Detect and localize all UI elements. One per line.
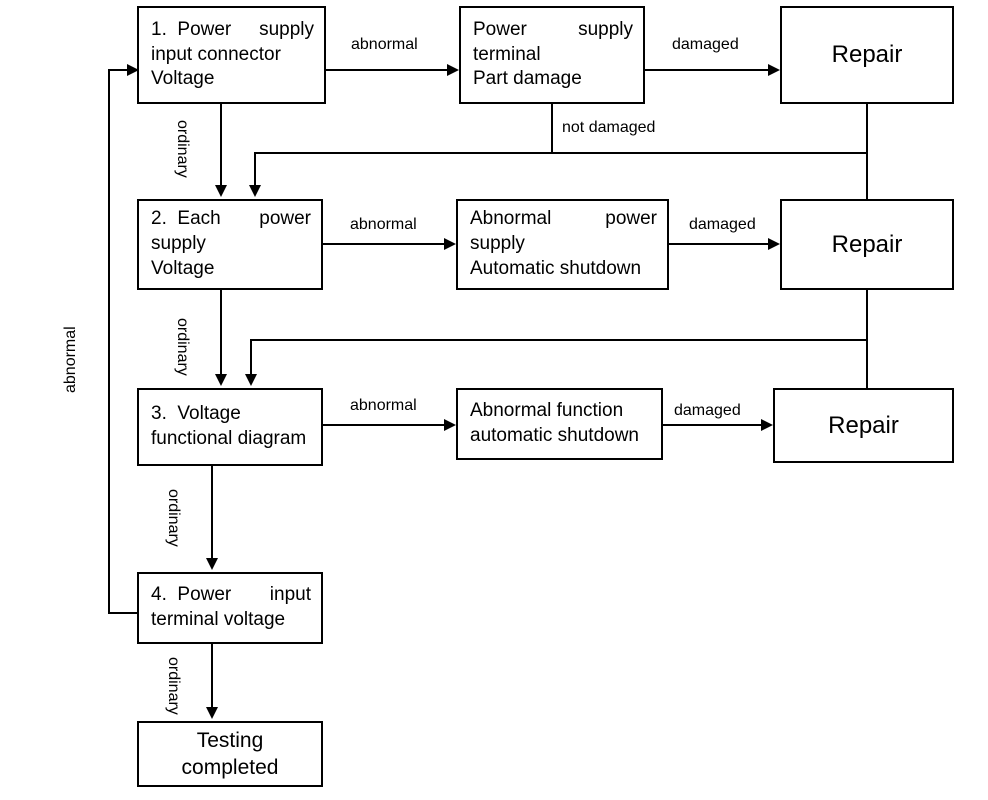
node-end-line2: completed <box>181 756 279 779</box>
edge-fault2-to-repair2 <box>669 243 768 245</box>
node-step4-line1-part2: input <box>269 584 311 606</box>
node-step1-line1-part1: 1. Power <box>151 18 232 40</box>
edge-label-abnormal-2: abnormal <box>350 216 417 233</box>
edge-bus-row1-down-to-repair2 <box>866 152 868 201</box>
edge-step1-to-fault1 <box>326 69 447 71</box>
edge-step3-to-step4 <box>211 466 213 560</box>
arrowhead-fault2-to-repair2 <box>768 238 780 250</box>
node-step2[interactable]: 2. Each power supply Voltage <box>137 199 323 290</box>
node-fault2-line1-part1: Abnormal <box>470 208 552 230</box>
node-step1-line1: 1. Power supply <box>151 18 314 43</box>
node-fault1-line1-part1: Power <box>473 18 527 40</box>
node-fault2-line1: Abnormal power <box>470 207 657 232</box>
edge-step2-to-step3 <box>220 290 222 375</box>
edge-repair1-down <box>866 104 868 154</box>
edge-step3-to-fault3 <box>323 424 444 426</box>
node-repair3[interactable]: Repair <box>773 388 954 463</box>
arrowhead-step4-to-end <box>206 707 218 719</box>
node-fault3-line1: Abnormal function <box>470 400 624 422</box>
node-fault1-line3: Part damage <box>473 68 582 90</box>
edge-step4-to-end <box>211 644 213 709</box>
flowchart-canvas: 1. Power supply input connector Voltage … <box>0 0 988 800</box>
node-fault1-line2: terminal <box>473 43 541 65</box>
node-step2-line2: supply <box>151 233 206 255</box>
arrowhead-step2-to-fault2 <box>444 238 456 250</box>
node-end[interactable]: Testing completed <box>137 721 323 787</box>
node-step2-line1-part1: 2. Each <box>151 208 221 230</box>
edge-fault3-to-repair3 <box>663 424 761 426</box>
arrowhead-step3-to-step4 <box>206 558 218 570</box>
node-fault3-line2: automatic shutdown <box>470 425 639 446</box>
arrowhead-bus-row2-to-step3 <box>245 374 257 386</box>
edge-label-ordinary-4: ordinary <box>165 657 182 715</box>
arrowhead-bus-row1-to-step2 <box>249 185 261 197</box>
edge-bus-row2-down-to-repair3 <box>866 339 868 390</box>
node-fault3[interactable]: Abnormal function automatic shutdown <box>456 388 663 460</box>
node-step1-line3: Voltage <box>151 68 215 90</box>
edge-label-abnormal-1: abnormal <box>351 36 418 53</box>
edge-label-damaged-3: damaged <box>674 402 741 419</box>
edge-step4-return-left <box>108 612 139 614</box>
node-step1[interactable]: 1. Power supply input connector Voltage <box>137 6 326 104</box>
edge-fault1-down-notdamaged <box>551 104 553 154</box>
arrowhead-fault1-to-repair1 <box>768 64 780 76</box>
edge-step1-to-step2 <box>220 104 222 187</box>
node-step4-line2: terminal voltage <box>151 609 286 630</box>
node-step4-line1-part1: 4. Power <box>151 584 232 606</box>
node-step1-line2: input connector <box>151 43 281 65</box>
node-fault2[interactable]: Abnormal power supply Automatic shutdown <box>456 199 669 290</box>
edge-fault1-to-repair1 <box>645 69 768 71</box>
edge-step2-to-fault2 <box>323 243 444 245</box>
edge-label-ordinary-2: ordinary <box>174 318 191 376</box>
edge-return-vertical <box>108 69 110 614</box>
arrowhead-fault3-to-repair3 <box>761 419 773 431</box>
node-repair1[interactable]: Repair <box>780 6 954 104</box>
node-step1-line1-part2: supply <box>259 18 314 40</box>
node-step4-line1: 4. Power input <box>151 583 311 608</box>
node-fault2-line3: Automatic shutdown <box>470 257 642 279</box>
node-step2-line3: Voltage <box>151 257 215 279</box>
node-step3[interactable]: 3. Voltage functional diagram <box>137 388 323 466</box>
node-repair2[interactable]: Repair <box>780 199 954 290</box>
edge-label-ordinary-3: ordinary <box>165 489 182 547</box>
arrowhead-step1-to-fault1 <box>447 64 459 76</box>
node-step3-line2: functional diagram <box>151 428 307 449</box>
node-fault1-line1-part2: supply <box>578 18 633 40</box>
arrowhead-step3-to-fault3 <box>444 419 456 431</box>
node-step4[interactable]: 4. Power input terminal voltage <box>137 572 323 644</box>
node-repair2-label: Repair <box>831 230 903 258</box>
node-fault1-line1: Power supply <box>473 18 633 43</box>
edge-repair2-down <box>866 290 868 339</box>
node-fault2-line1-part2: power <box>605 208 657 230</box>
node-fault1[interactable]: Power supply terminal Part damage <box>459 6 645 104</box>
node-repair1-label: Repair <box>831 41 903 69</box>
node-step3-line1: 3. Voltage <box>151 403 241 425</box>
edge-label-not-damaged: not damaged <box>562 119 656 136</box>
edge-bus-row2-down-to-step3 <box>250 339 252 375</box>
edge-label-damaged-1: damaged <box>672 36 739 53</box>
node-step2-line1-part2: power <box>259 208 311 230</box>
arrowhead-step1-to-step2 <box>215 185 227 197</box>
edge-label-abnormal-return: abnormal <box>62 326 79 393</box>
edge-label-ordinary-1: ordinary <box>174 120 191 178</box>
edge-bus-row2-to-step3 <box>250 339 868 341</box>
node-fault2-line2: supply <box>470 233 525 255</box>
node-end-line1: Testing <box>196 728 264 752</box>
edge-label-abnormal-3: abnormal <box>350 397 417 414</box>
arrowhead-step2-to-step3 <box>215 374 227 386</box>
node-repair3-label: Repair <box>828 411 899 439</box>
edge-label-damaged-2: damaged <box>689 216 756 233</box>
edge-bus-row1-down-to-step2 <box>254 152 256 187</box>
edge-bus-row1-to-step2 <box>254 152 868 154</box>
node-step2-line1: 2. Each power <box>151 207 311 232</box>
edge-return-into-step1 <box>108 69 129 71</box>
